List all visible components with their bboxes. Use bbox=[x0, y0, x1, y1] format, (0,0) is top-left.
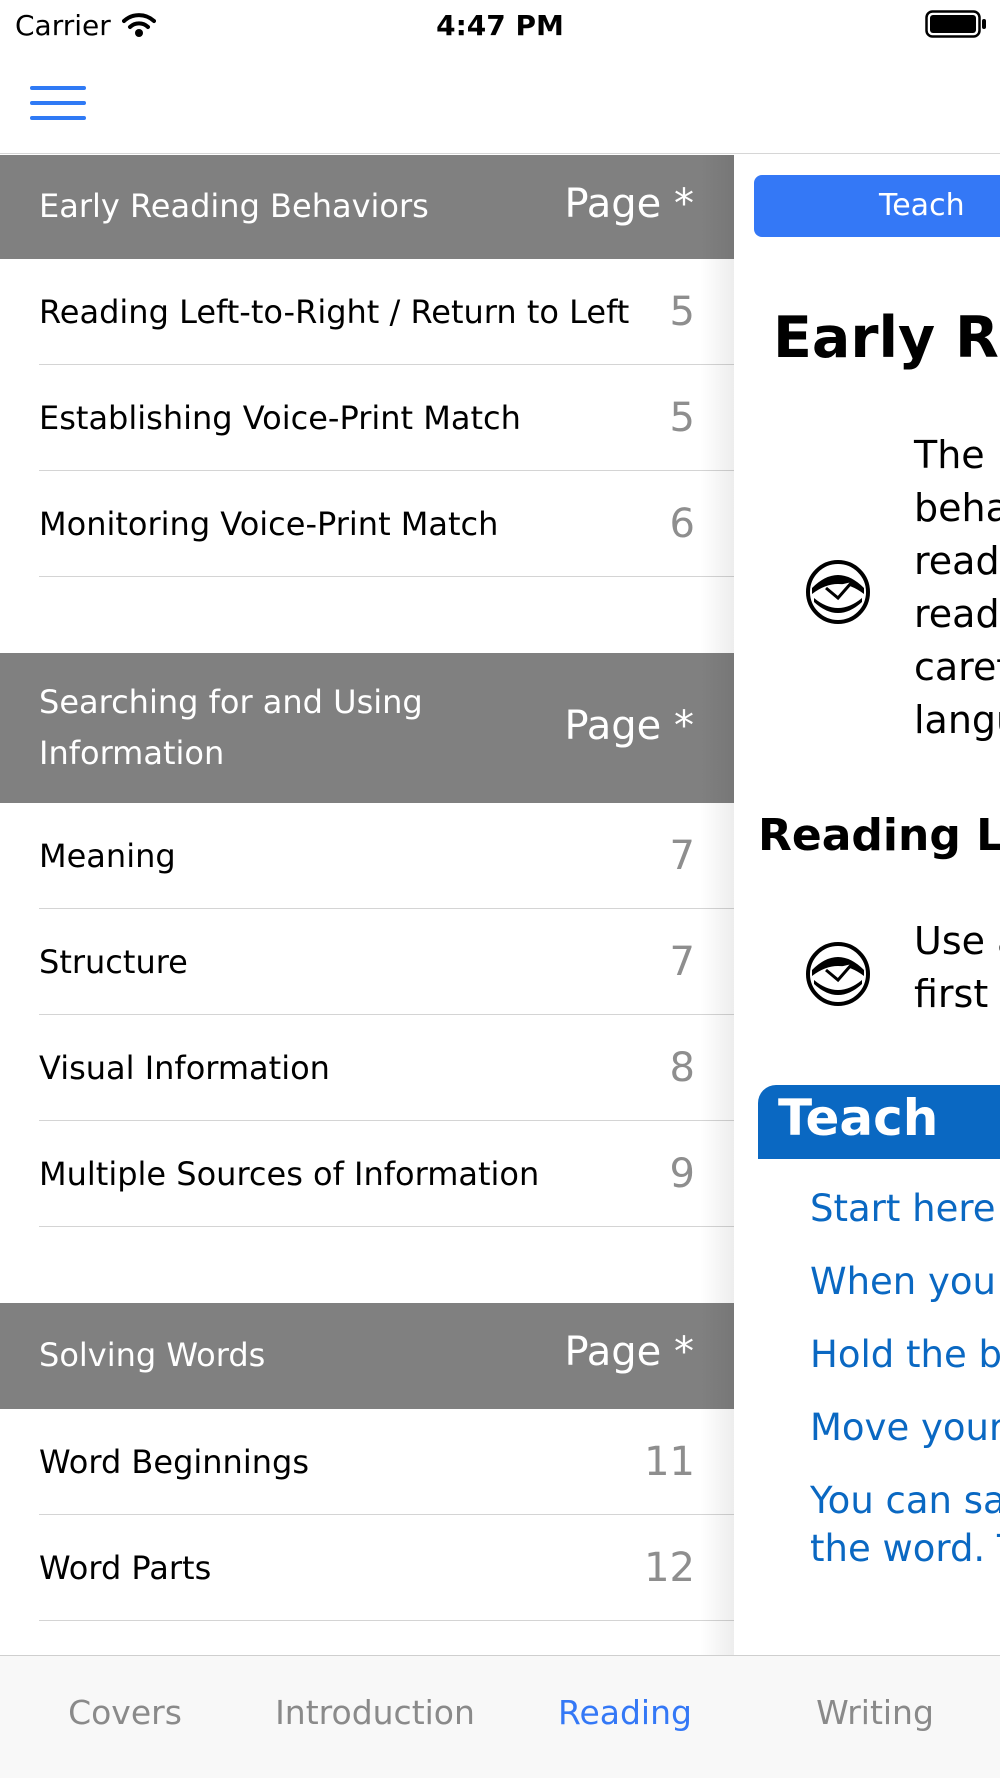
list-item-title: Meaning bbox=[39, 837, 176, 875]
table-of-contents: Early Reading Behaviors Page * Reading L… bbox=[0, 155, 734, 1655]
list-item-page: 6 bbox=[669, 501, 695, 547]
status-bar: Carrier 4:47 PM bbox=[0, 0, 1000, 50]
teach-item: Hold the bo bbox=[810, 1333, 1000, 1376]
content-panel[interactable]: Teach Early Re The beha read readi caref… bbox=[734, 155, 1000, 1655]
list-item-page: 9 bbox=[669, 1151, 695, 1197]
list-item[interactable]: Structure 7 bbox=[0, 909, 734, 1015]
section-header-early-reading: Early Reading Behaviors Page * bbox=[0, 155, 734, 259]
section-page-label: Page * bbox=[564, 181, 694, 227]
teach-tab-button[interactable]: Teach bbox=[754, 175, 1000, 237]
list-item-page: 5 bbox=[669, 395, 695, 441]
sub-line: first a bbox=[914, 972, 1000, 1016]
row-divider bbox=[39, 1620, 734, 1621]
list-item-title: Multiple Sources of Information bbox=[39, 1155, 540, 1193]
list-item[interactable]: Visual Information 8 bbox=[0, 1015, 734, 1121]
section-subheading: Reading Let bbox=[758, 810, 1000, 861]
list-item-page: 5 bbox=[669, 289, 695, 335]
row-divider bbox=[39, 576, 734, 577]
tab-covers[interactable]: Covers bbox=[0, 1693, 250, 1732]
tab-reading[interactable]: Reading bbox=[500, 1693, 750, 1732]
list-item-title: Visual Information bbox=[39, 1049, 330, 1087]
section-title-line-1: Searching for and Using bbox=[39, 683, 423, 721]
list-item[interactable]: Monitoring Voice-Print Match 6 bbox=[0, 471, 734, 577]
list-item[interactable]: Word Parts 12 bbox=[0, 1515, 734, 1621]
list-item[interactable]: Word Beginnings 11 bbox=[0, 1409, 734, 1515]
teach-item: the word. T bbox=[810, 1527, 1000, 1570]
row-divider bbox=[39, 1226, 734, 1227]
tab-bar: Covers Introduction Reading Writing bbox=[0, 1655, 1000, 1778]
page-title: Early Re bbox=[773, 305, 1000, 371]
section-title: Early Reading Behaviors bbox=[39, 187, 429, 225]
status-time: 4:47 PM bbox=[436, 9, 564, 42]
list-item-page: 8 bbox=[669, 1045, 695, 1091]
list-item[interactable]: Reading Left-to-Right / Return to Left 5 bbox=[0, 259, 734, 365]
intro-line: langu bbox=[914, 698, 1000, 742]
battery-icon bbox=[925, 10, 986, 38]
intro-line: beha bbox=[914, 486, 1000, 530]
list-item-title: Reading Left-to-Right / Return to Left bbox=[39, 293, 630, 331]
intro-line: caref bbox=[914, 645, 1000, 689]
navigation-bar bbox=[0, 50, 1000, 154]
list-item[interactable]: Multiple Sources of Information 9 bbox=[0, 1121, 734, 1227]
list-item-title: Establishing Voice-Print Match bbox=[39, 399, 521, 437]
teach-box-heading-label: Teach bbox=[778, 1089, 939, 1147]
section-header-searching: Searching for and Using Information Page… bbox=[0, 653, 734, 803]
section-title: Solving Words bbox=[39, 1336, 266, 1374]
list-item-page: 7 bbox=[669, 833, 695, 879]
list-item-page: 12 bbox=[644, 1545, 695, 1591]
teach-item: Start here a bbox=[810, 1187, 1000, 1230]
list-item-page: 7 bbox=[669, 939, 695, 985]
section-page-label: Page * bbox=[564, 1329, 694, 1375]
teach-item: When you f bbox=[810, 1260, 1000, 1303]
tab-introduction[interactable]: Introduction bbox=[250, 1693, 500, 1732]
book-icon bbox=[806, 560, 870, 624]
list-item-title: Structure bbox=[39, 943, 188, 981]
list-item-title: Word Parts bbox=[39, 1549, 212, 1587]
intro-line: readi bbox=[914, 592, 1000, 636]
book-icon bbox=[806, 942, 870, 1006]
section-page-label: Page * bbox=[564, 703, 694, 749]
list-item-title: Word Beginnings bbox=[39, 1443, 309, 1481]
sub-line: Use a bbox=[914, 919, 1000, 963]
list-item-page: 11 bbox=[644, 1439, 695, 1485]
section-title-line-2: Information bbox=[39, 734, 225, 772]
teach-item: You can sav bbox=[810, 1479, 1000, 1522]
list-item[interactable]: Meaning 7 bbox=[0, 803, 734, 909]
list-item[interactable]: Establishing Voice-Print Match 5 bbox=[0, 365, 734, 471]
intro-line: read bbox=[914, 539, 1000, 583]
section-header-solving-words: Solving Words Page * bbox=[0, 1303, 734, 1409]
hamburger-menu-icon[interactable] bbox=[28, 86, 90, 126]
tab-writing[interactable]: Writing bbox=[750, 1693, 1000, 1732]
teach-item: Move your bbox=[810, 1406, 1000, 1449]
teach-box-heading: Teach bbox=[758, 1085, 1000, 1159]
intro-line: The bbox=[914, 433, 985, 477]
list-item-title: Monitoring Voice-Print Match bbox=[39, 505, 499, 543]
teach-tab-label: Teach bbox=[879, 188, 965, 223]
